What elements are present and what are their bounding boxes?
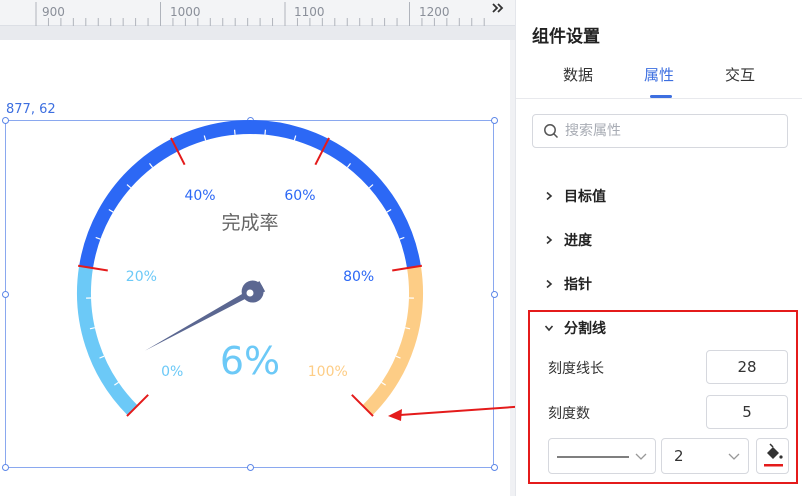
chevron-right-icon — [546, 279, 553, 289]
section-label: 分割线 — [564, 321, 606, 337]
tick-count-label: 刻度数 — [548, 406, 590, 422]
search-icon — [544, 124, 559, 139]
property-search-box[interactable] — [532, 114, 788, 148]
gauge-tick-label: 80% — [343, 269, 374, 285]
section-label: 指针 — [564, 277, 592, 293]
section-label: 进度 — [564, 233, 592, 249]
split-line-color-picker[interactable] — [756, 438, 789, 474]
tab-interaction[interactable]: 交互 — [725, 64, 755, 85]
app-root: 900 1000 1100 1200 877, 62 0% 20% 40% 60% 8 — [0, 0, 802, 496]
component-settings-panel: 组件设置 数据 属性 交互 目标值 进度 指针 分割线 — [515, 0, 802, 496]
gauge-value-label: 6% — [220, 339, 280, 383]
gauge-arc-low — [77, 265, 138, 416]
tab-divider — [516, 98, 802, 99]
panel-title: 组件设置 — [532, 27, 600, 47]
annotation-arrow-head — [388, 409, 402, 421]
chevron-right-icon — [546, 235, 553, 245]
gauge-tick-label: 60% — [284, 188, 315, 204]
chevron-down-icon — [728, 453, 740, 460]
gauge-arc-mid — [79, 120, 421, 269]
gauge-pointer-center — [246, 289, 254, 297]
chevron-down-icon — [635, 453, 647, 460]
gauge-tick-label: 0% — [161, 364, 183, 380]
chevron-down-icon — [544, 325, 554, 332]
tab-properties[interactable]: 属性 — [644, 64, 674, 85]
gauge-title: 完成率 — [221, 212, 278, 234]
gauge-tick-label: 40% — [184, 188, 215, 204]
line-style-select[interactable] — [548, 438, 656, 474]
paint-bucket-icon — [764, 443, 783, 467]
tick-length-label: 刻度线长 — [548, 361, 604, 377]
tab-data[interactable]: 数据 — [563, 64, 593, 85]
design-canvas[interactable]: 900 1000 1100 1200 877, 62 0% 20% 40% 60% 8 — [0, 0, 515, 496]
property-search-input[interactable] — [565, 123, 765, 139]
section-progress[interactable]: 进度 — [544, 230, 592, 250]
annotation-arrow-line — [399, 405, 515, 416]
gauge-tick-label: 100% — [308, 364, 348, 380]
tick-count-input[interactable]: 5 — [706, 395, 788, 429]
section-split-line[interactable]: 分割线 — [544, 318, 606, 338]
section-label: 目标值 — [564, 189, 606, 205]
gauge-tick-label: 20% — [126, 269, 157, 285]
chevron-right-icon — [546, 191, 553, 201]
gauge-chart[interactable]: 0% 20% 40% 60% 80% 100% 完成率 6% — [0, 0, 515, 496]
tick-length-input[interactable]: 28 — [706, 350, 788, 384]
section-target-value[interactable]: 目标值 — [544, 186, 606, 206]
line-width-select[interactable]: 2 — [661, 438, 749, 474]
section-pointer[interactable]: 指针 — [544, 274, 592, 294]
gauge-arc-high — [362, 265, 423, 416]
color-swatch — [764, 464, 783, 467]
